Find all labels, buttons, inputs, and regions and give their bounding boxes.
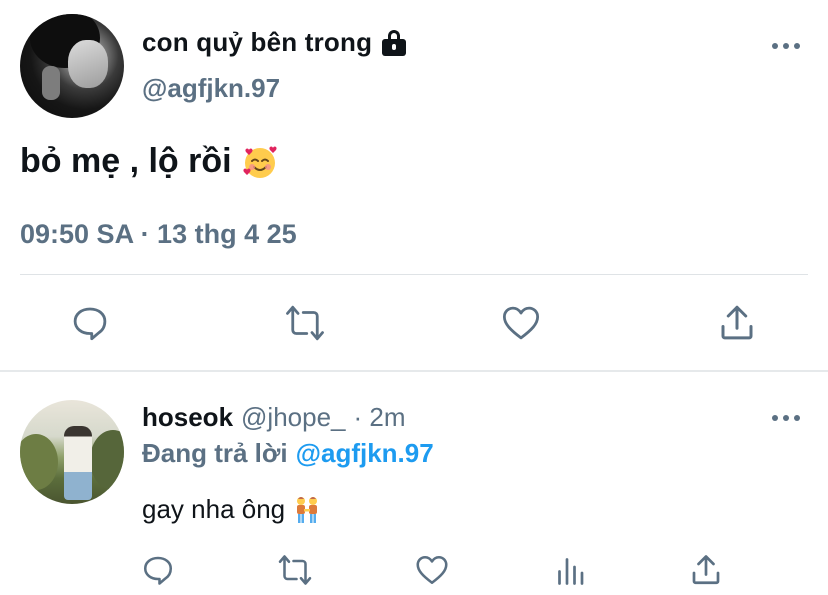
replying-label: Đang trả lời [142,438,288,468]
more-icon[interactable] [772,36,800,56]
analytics-icon[interactable] [552,552,588,588]
divider [20,274,808,275]
main-tweet: con quỷ bên trong @agfjkn.97 bỏ mẹ , lộ … [0,0,828,372]
retweet-icon[interactable] [277,552,313,588]
share-icon[interactable] [716,302,758,344]
reply-icon[interactable] [140,552,176,588]
tweet-text-row: bỏ mẹ , lộ rồi [20,142,278,181]
reply-time[interactable]: · 2m [354,402,406,433]
reply-icon[interactable] [69,302,111,344]
like-icon[interactable] [414,552,450,588]
share-icon[interactable] [688,552,724,588]
reply-author-name[interactable]: hoseok [142,402,233,433]
author-name-row[interactable]: con quỷ bên trong [142,27,407,58]
replying-to-handle[interactable]: @agfjkn.97 [296,438,434,469]
more-icon[interactable] [772,408,800,428]
reply-header: hoseok @jhope_ · 2m [142,402,406,433]
tweet-timestamp[interactable]: 09:50 SA · 13 thg 4 25 [20,219,297,250]
tweet-text: bỏ mẹ , lộ rồi [20,142,232,180]
lock-icon [382,29,407,56]
author-handle[interactable]: @agfjkn.97 [142,73,280,104]
reply-text-row: gay nha ông [142,494,321,525]
like-icon[interactable] [500,302,542,344]
two-men-holding-hands-emoji [293,496,321,524]
author-name[interactable]: con quỷ bên trong [142,27,372,58]
author-avatar[interactable] [20,14,124,118]
reply-author-avatar[interactable] [20,400,124,504]
retweet-icon[interactable] [284,302,326,344]
replying-to-row: Đang trả lời @agfjkn.97 [142,438,434,469]
section-separator [0,370,828,372]
smiling-face-with-hearts-emoji [242,144,278,180]
reply-author-handle[interactable]: @jhope_ [241,402,345,433]
reply-text: gay nha ông [142,494,286,524]
